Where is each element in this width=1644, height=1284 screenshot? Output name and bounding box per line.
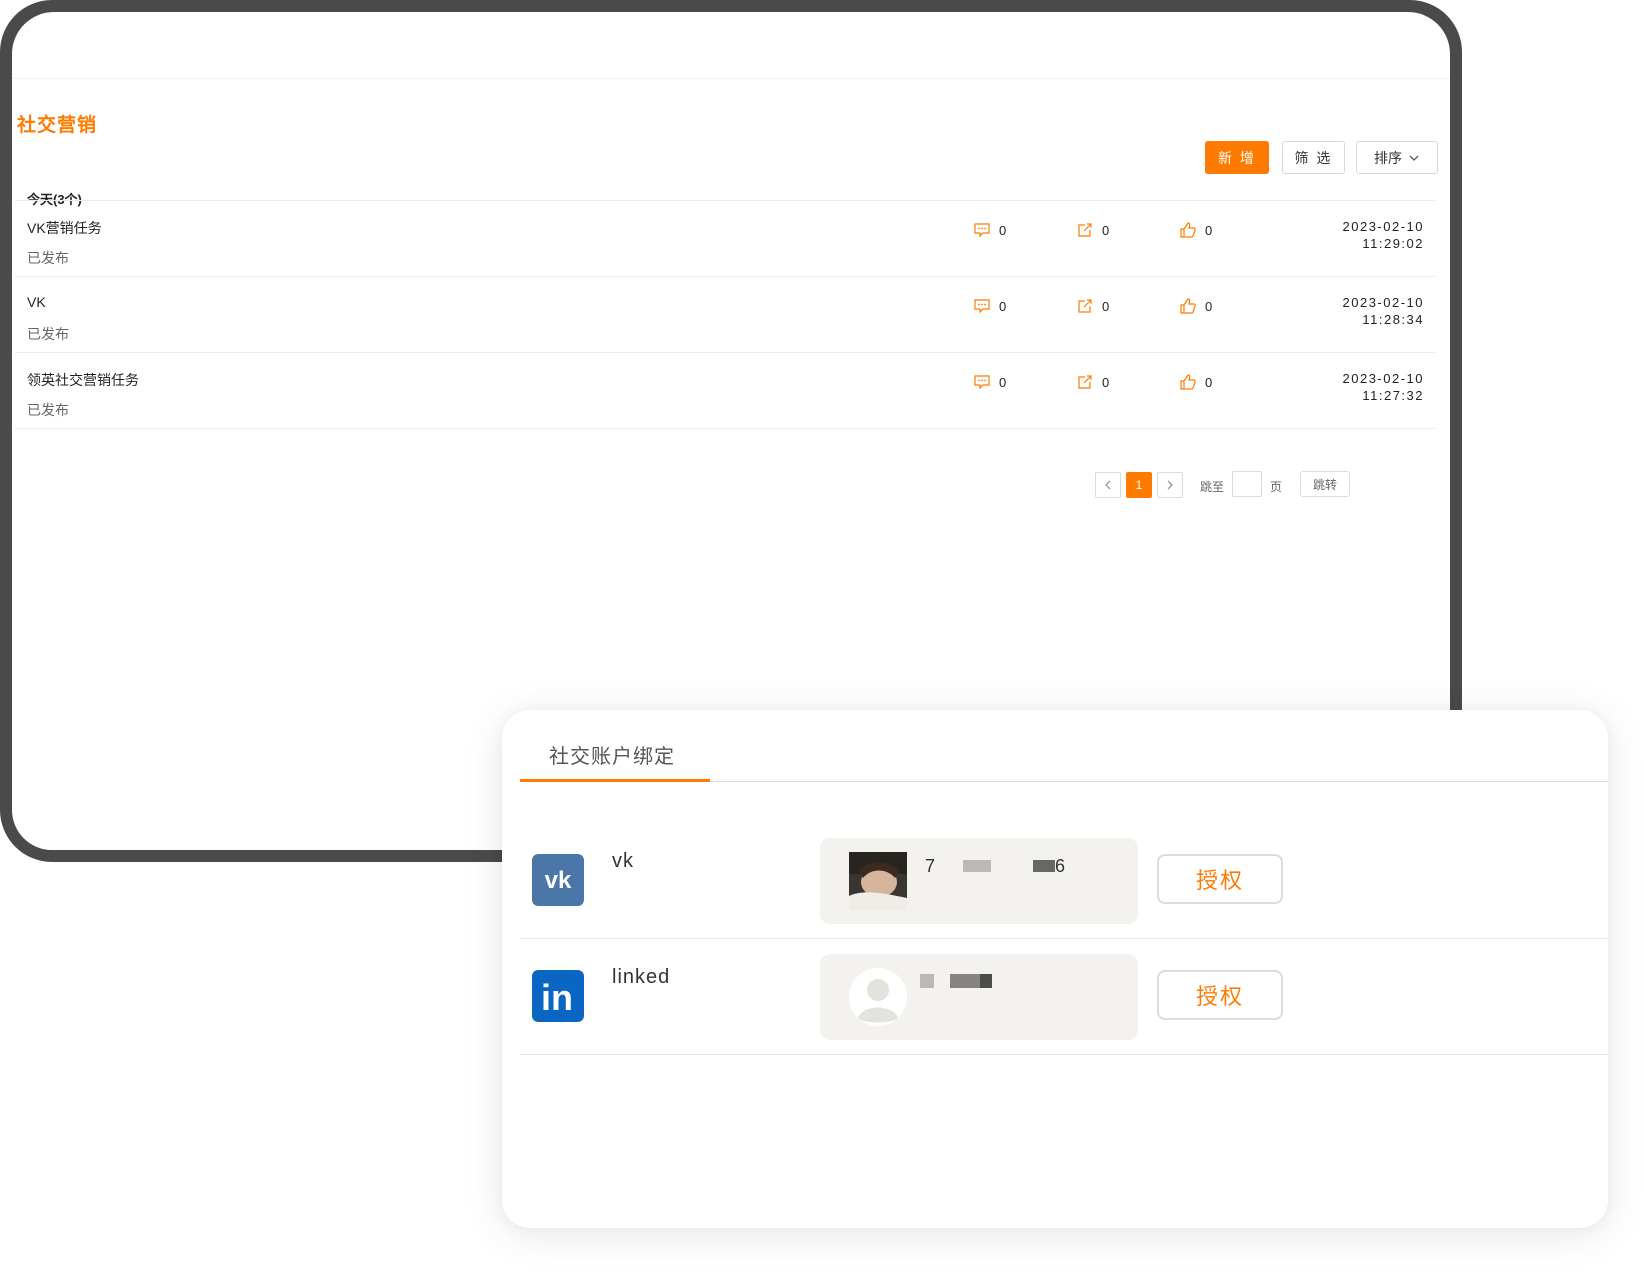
task-timestamp: 2023-02-10 11:29:02 bbox=[1343, 218, 1425, 252]
task-timestamp: 2023-02-10 11:27:32 bbox=[1343, 370, 1425, 404]
task-status: 已发布 bbox=[27, 402, 69, 418]
svg-text:in: in bbox=[541, 977, 573, 1018]
task-status: 已发布 bbox=[27, 326, 69, 342]
account-handle: 7 6 bbox=[925, 856, 1065, 877]
thumbs-up-icon bbox=[1180, 298, 1196, 314]
chevron-down-icon bbox=[1409, 155, 1419, 161]
prev-page-button[interactable] bbox=[1095, 472, 1121, 498]
page-title: 社交营销 bbox=[17, 115, 98, 136]
handle-prefix: 7 bbox=[925, 856, 936, 876]
platform-name: linked bbox=[612, 966, 671, 988]
thumbs-up-icon bbox=[1180, 222, 1196, 238]
authorize-button[interactable]: 授权 bbox=[1157, 854, 1283, 904]
comment-count: 0 bbox=[999, 298, 1007, 314]
linkedin-logo-icon: in bbox=[532, 970, 584, 1022]
comment-metric: 0 bbox=[973, 297, 1006, 315]
share-count: 0 bbox=[1102, 298, 1110, 314]
chevron-right-icon bbox=[1167, 480, 1173, 490]
share-count: 0 bbox=[1102, 374, 1110, 390]
task-row[interactable]: VK营销任务 已发布 0 0 0 2023-02-10 11:29:02 bbox=[15, 201, 1435, 281]
task-name[interactable]: VK营销任务 bbox=[27, 218, 102, 238]
comment-count: 0 bbox=[999, 222, 1007, 238]
stage: 社交营销 新 增 筛 选 排序 今天(3个) VK营销任务 已发布 0 0 0 … bbox=[0, 0, 1644, 1284]
task-row[interactable]: VK 已发布 0 0 0 2023-02-10 11:28:34 bbox=[15, 277, 1435, 357]
task-date: 2023-02-10 bbox=[1342, 371, 1424, 386]
platform-name: vk bbox=[612, 850, 634, 872]
task-time: 11:27:32 bbox=[1362, 388, 1424, 403]
task-date: 2023-02-10 bbox=[1342, 219, 1424, 234]
share-edit-icon bbox=[1078, 223, 1092, 237]
default-avatar-icon bbox=[849, 968, 907, 1026]
like-count: 0 bbox=[1205, 298, 1213, 314]
task-time: 11:28:34 bbox=[1362, 312, 1424, 327]
redacted-text bbox=[920, 974, 934, 988]
account-info-panel bbox=[820, 954, 1138, 1040]
share-edit-icon bbox=[1078, 299, 1092, 313]
tab-social-binding[interactable]: 社交账户绑定 bbox=[549, 740, 675, 769]
social-binding-card: 社交账户绑定 vk vk 7 6 授权 in linked 授权 bbox=[502, 710, 1608, 1228]
task-status: 已发布 bbox=[27, 250, 69, 266]
like-count: 0 bbox=[1205, 374, 1213, 390]
account-row-linkedin: in linked 授权 bbox=[502, 938, 1608, 1054]
task-name[interactable]: VK bbox=[27, 294, 46, 310]
comment-icon bbox=[974, 375, 990, 390]
like-metric: 0 bbox=[1179, 373, 1212, 391]
page-number-input[interactable] bbox=[1232, 471, 1262, 497]
chevron-left-icon bbox=[1105, 480, 1111, 490]
share-metric: 0 bbox=[1076, 221, 1109, 239]
thumbs-up-icon bbox=[1180, 374, 1196, 390]
filter-button[interactable]: 筛 选 bbox=[1282, 141, 1345, 174]
redacted-text bbox=[980, 974, 992, 988]
account-divider bbox=[520, 1054, 1608, 1055]
vk-logo-icon: vk bbox=[532, 854, 584, 906]
sort-button-label: 排序 bbox=[1374, 149, 1402, 166]
redacted-text bbox=[963, 860, 991, 872]
task-time: 11:29:02 bbox=[1362, 236, 1424, 251]
share-metric: 0 bbox=[1076, 297, 1109, 315]
redacted-text bbox=[950, 974, 980, 988]
goto-label: 跳至 bbox=[1200, 480, 1225, 494]
share-count: 0 bbox=[1102, 222, 1110, 238]
account-info-panel: 7 6 bbox=[820, 838, 1138, 924]
redacted-text bbox=[1033, 860, 1055, 872]
avatar bbox=[849, 852, 907, 910]
task-name[interactable]: 领英社交营销任务 bbox=[27, 370, 139, 390]
share-edit-icon bbox=[1078, 375, 1092, 389]
task-row[interactable]: 领英社交营销任务 已发布 0 0 0 2023-02-10 11:27:32 bbox=[15, 353, 1435, 433]
page-number-current[interactable]: 1 bbox=[1126, 472, 1152, 498]
authorize-button[interactable]: 授权 bbox=[1157, 970, 1283, 1020]
like-count: 0 bbox=[1205, 222, 1213, 238]
top-bar bbox=[12, 12, 1450, 79]
like-metric: 0 bbox=[1179, 221, 1212, 239]
active-tab-indicator bbox=[520, 779, 710, 782]
comment-count: 0 bbox=[999, 374, 1007, 390]
task-date: 2023-02-10 bbox=[1342, 295, 1424, 310]
list-divider bbox=[15, 428, 1435, 429]
handle-suffix: 6 bbox=[1055, 856, 1066, 876]
svg-text:vk: vk bbox=[545, 867, 572, 894]
comment-icon bbox=[974, 299, 990, 314]
task-timestamp: 2023-02-10 11:28:34 bbox=[1343, 294, 1425, 328]
add-button[interactable]: 新 增 bbox=[1205, 141, 1269, 174]
jump-button[interactable]: 跳转 bbox=[1300, 471, 1350, 497]
next-page-button[interactable] bbox=[1157, 472, 1183, 498]
like-metric: 0 bbox=[1179, 297, 1212, 315]
account-row-vk: vk vk 7 6 授权 bbox=[502, 822, 1608, 938]
page-unit-label: 页 bbox=[1270, 480, 1283, 494]
comment-icon bbox=[974, 223, 990, 238]
share-metric: 0 bbox=[1076, 373, 1109, 391]
sort-button[interactable]: 排序 bbox=[1356, 141, 1438, 174]
comment-metric: 0 bbox=[973, 373, 1006, 391]
comment-metric: 0 bbox=[973, 221, 1006, 239]
